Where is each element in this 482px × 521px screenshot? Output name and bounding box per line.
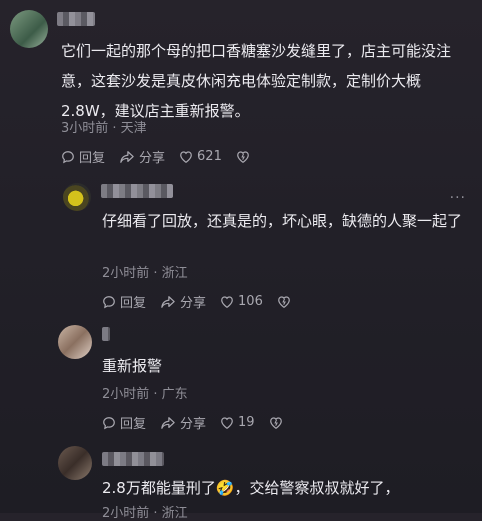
share-button[interactable]: 分享 (119, 147, 165, 166)
avatar[interactable] (58, 446, 92, 480)
comment-meta: 2小时前 · 浙江 (102, 506, 188, 521)
share-arrow-icon (161, 295, 175, 308)
share-button[interactable]: 分享 (160, 292, 206, 311)
share-arrow-icon (161, 416, 175, 429)
like-count: 106 (238, 294, 263, 309)
comment-bubble-icon (103, 295, 115, 308)
dislike-heart-icon (236, 150, 249, 163)
username[interactable] (102, 327, 110, 341)
comment-actions: 回复 分享 621 (61, 147, 268, 166)
heart-icon (221, 416, 233, 429)
username[interactable] (57, 12, 95, 26)
dislike-heart-icon (277, 295, 290, 308)
share-label: 分享 (180, 417, 207, 432)
comment-text: 仔细看了回放，还真是的，坏心眼，缺德的人聚一起了 (102, 212, 463, 230)
dislike-button[interactable] (277, 295, 295, 309)
like-count: 621 (197, 149, 222, 164)
share-label: 分享 (139, 151, 166, 166)
username[interactable] (102, 452, 164, 466)
share-arrow-icon (120, 150, 134, 163)
share-button[interactable]: 分享 (160, 413, 206, 432)
reply-label: 回复 (120, 296, 147, 311)
more-options-icon[interactable]: ··· (450, 190, 466, 206)
share-label: 分享 (180, 296, 207, 311)
like-button[interactable]: 19 (220, 415, 255, 430)
avatar[interactable] (10, 10, 48, 48)
comment-bubble-icon (62, 150, 74, 163)
dislike-heart-icon (269, 416, 282, 429)
avatar[interactable] (58, 325, 92, 359)
like-button[interactable]: 106 (220, 294, 263, 309)
dislike-button[interactable] (269, 416, 287, 430)
comment-meta: 2小时前 · 广东 (102, 387, 188, 402)
reply-button[interactable]: 回复 (102, 292, 146, 311)
comment-bubble-icon (103, 416, 115, 429)
heart-icon (221, 295, 233, 308)
heart-icon (180, 150, 192, 163)
avatar[interactable] (63, 183, 91, 211)
comment-text: 2.8万都能量刑了🤣，交给警察叔叔就好了， (102, 479, 400, 497)
reply-label: 回复 (79, 151, 106, 166)
comment-actions: 回复 分享 19 (102, 413, 301, 432)
comment-meta: 2小时前 · 浙江 (102, 266, 188, 281)
comment-actions: 回复 分享 106 (102, 292, 309, 311)
reply-label: 回复 (120, 417, 147, 432)
reply-button[interactable]: 回复 (61, 147, 105, 166)
username[interactable] (101, 184, 173, 198)
dislike-button[interactable] (236, 150, 254, 164)
comment-text: 重新报警 (102, 357, 163, 375)
reply-button[interactable]: 回复 (102, 413, 146, 432)
like-button[interactable]: 621 (179, 149, 222, 164)
comment-text: 它们一起的那个母的把口香糖塞沙发缝里了，店主可能没注意，这套沙发是真皮休闲充电体… (61, 42, 452, 120)
comment-meta: 3小时前 · 天津 (61, 121, 147, 136)
like-count: 19 (238, 415, 255, 430)
